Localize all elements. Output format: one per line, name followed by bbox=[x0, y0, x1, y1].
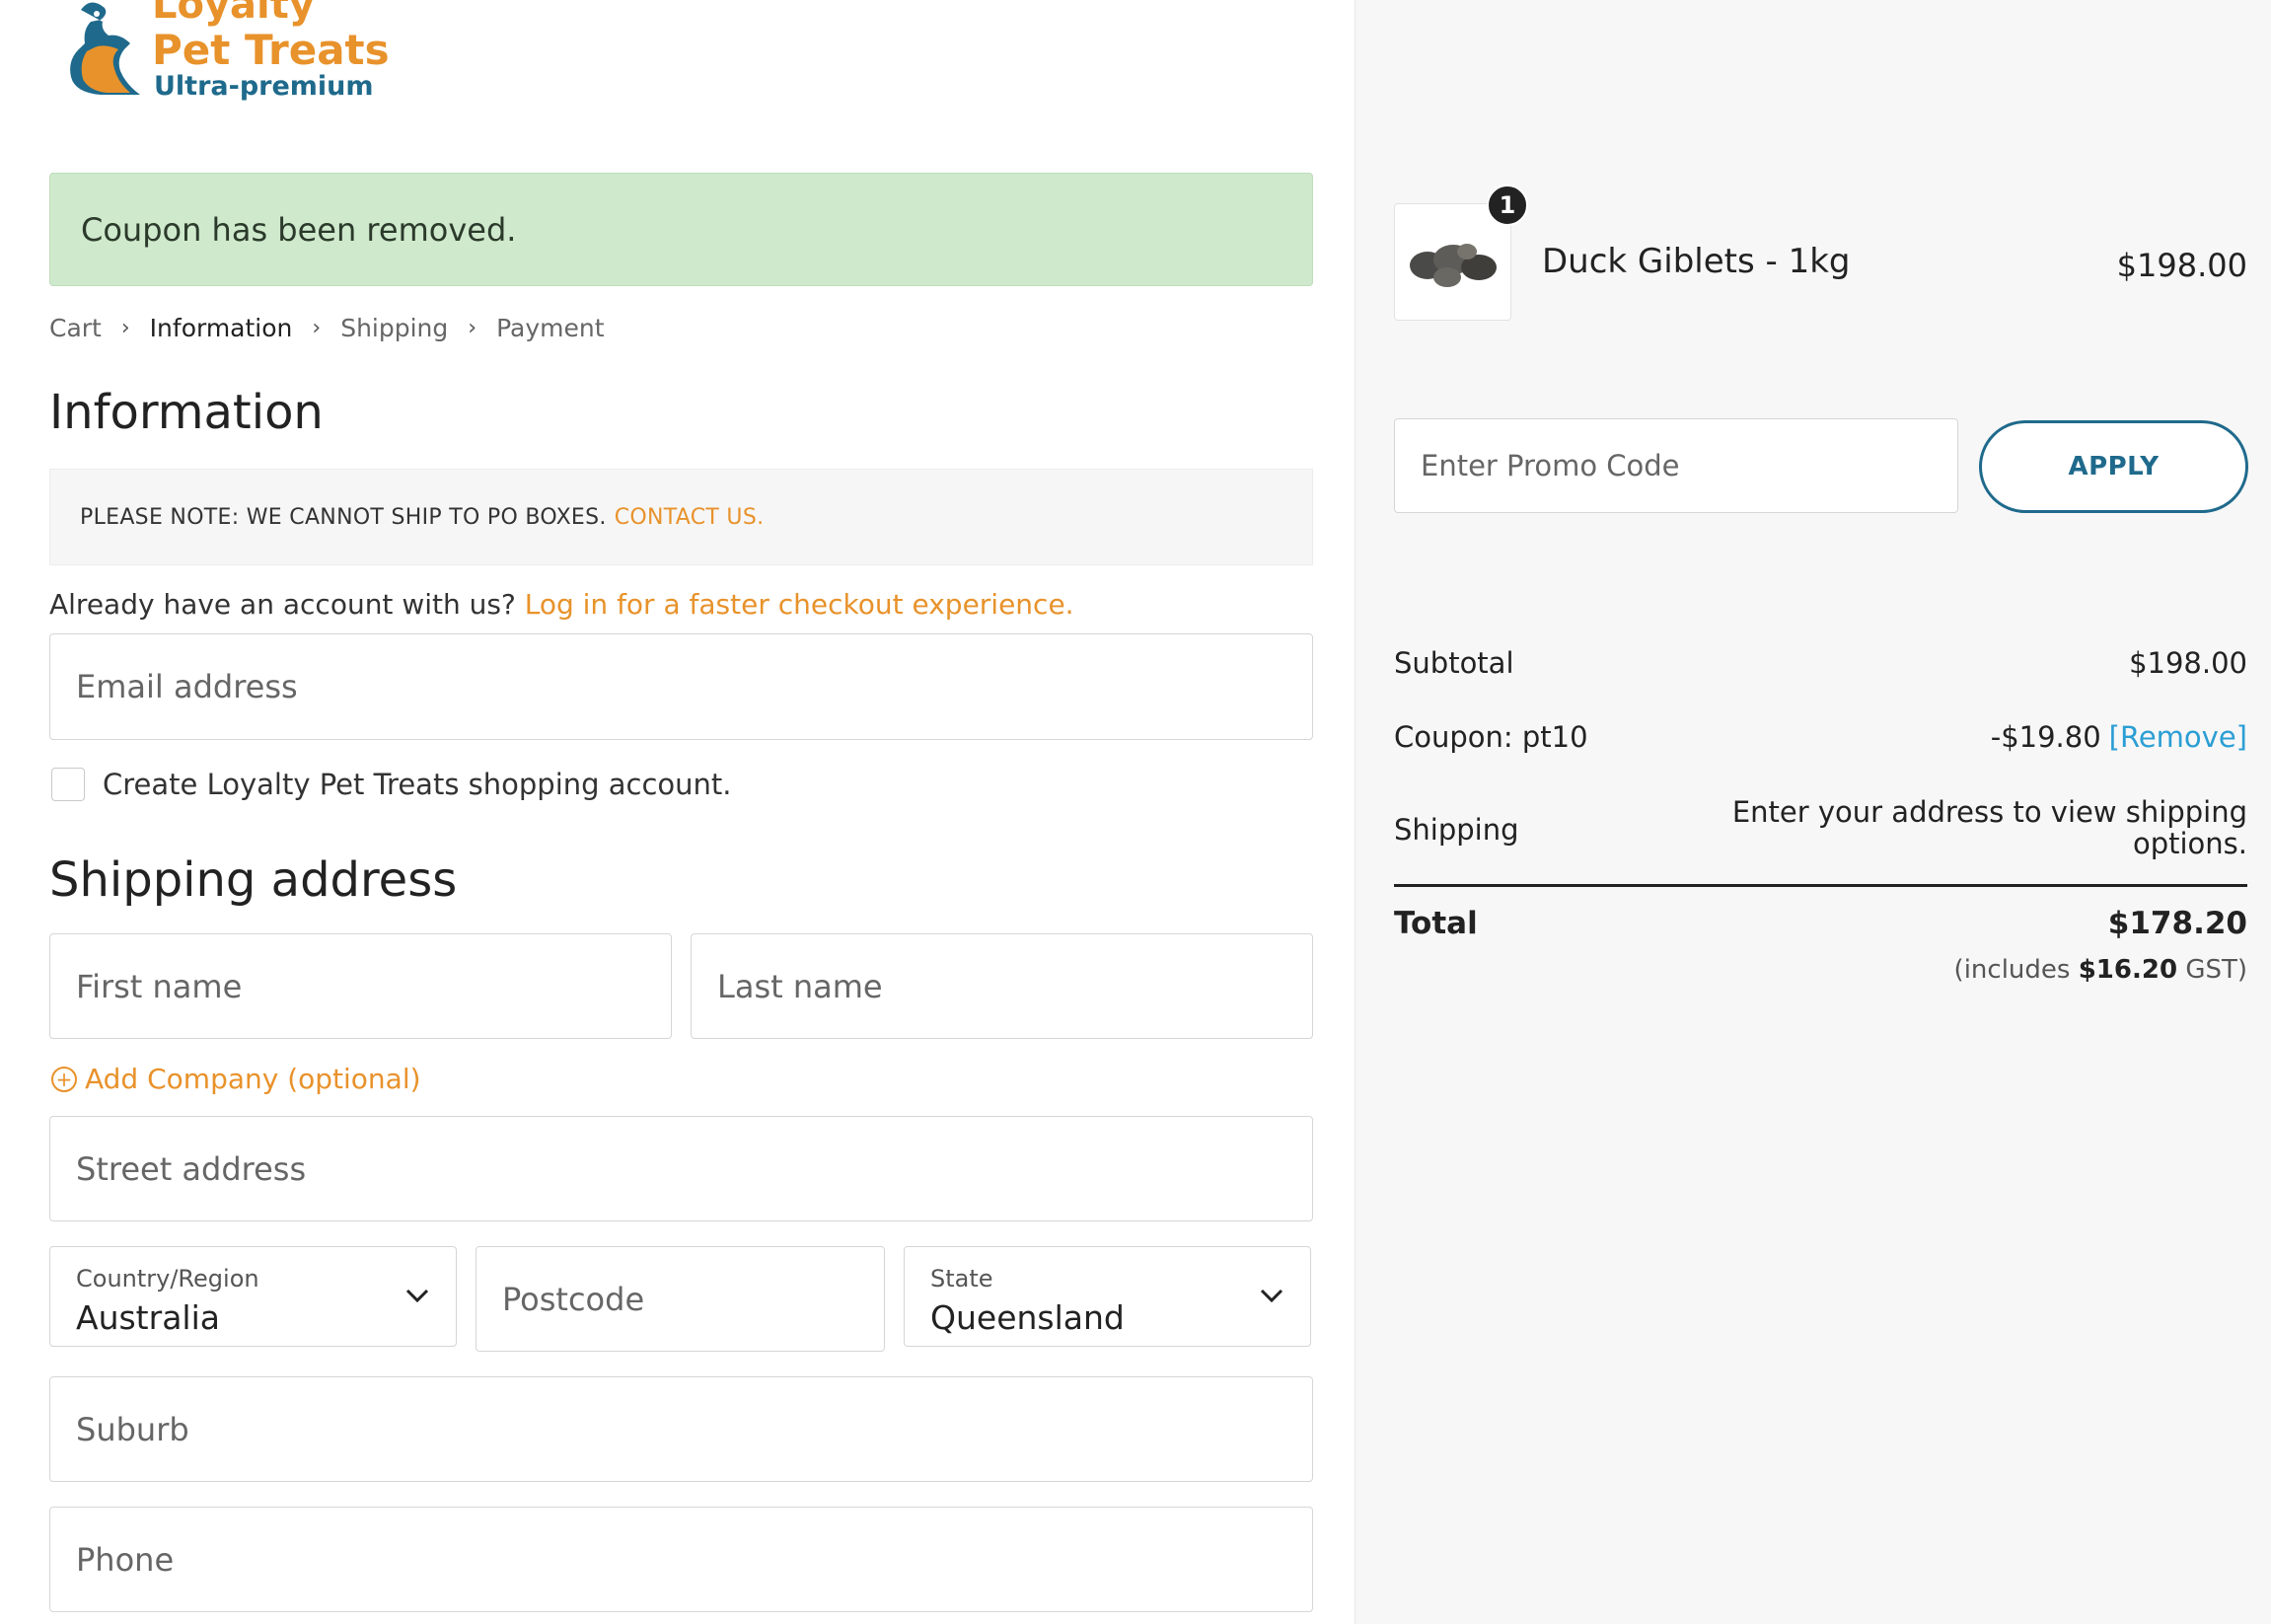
street-address-input[interactable] bbox=[76, 1149, 1312, 1188]
quantity-badge: 1 bbox=[1487, 185, 1528, 226]
country-value: Australia bbox=[76, 1298, 220, 1337]
brand-name-line1: Loyalty bbox=[152, 0, 315, 28]
gst-prefix: (includes bbox=[1953, 955, 2071, 985]
street-address-field[interactable] bbox=[49, 1116, 1313, 1221]
product-price: $198.00 bbox=[2116, 247, 2247, 284]
shipping-note-line1: Enter your address to view shipping bbox=[1731, 795, 2247, 829]
phone-input[interactable] bbox=[76, 1540, 1312, 1579]
state-value: Queensland bbox=[930, 1298, 1125, 1337]
state-label: State bbox=[930, 1265, 993, 1292]
account-prompt-text: Already have an account with us? bbox=[49, 588, 516, 621]
remove-coupon-link[interactable]: [Remove] bbox=[2109, 720, 2247, 754]
contact-us-link[interactable]: CONTACT US. bbox=[615, 505, 765, 530]
postcode-input[interactable] bbox=[502, 1280, 884, 1318]
notice-message: Coupon has been removed. bbox=[81, 210, 517, 249]
total-row: Total $178.20 bbox=[1394, 906, 2247, 949]
add-company-label[interactable]: Add Company (optional) bbox=[85, 1063, 421, 1095]
phone-field[interactable] bbox=[49, 1507, 1313, 1612]
information-heading: Information bbox=[49, 385, 324, 440]
subtotal-value: $198.00 bbox=[2129, 646, 2247, 680]
account-prompt: Already have an account with us? Log in … bbox=[49, 588, 1074, 621]
gst-suffix: GST) bbox=[2185, 955, 2247, 985]
chevron-down-icon bbox=[405, 1289, 429, 1303]
create-account-row[interactable]: Create Loyalty Pet Treats shopping accou… bbox=[51, 768, 732, 801]
breadcrumb: Cart › Information › Shipping › Payment bbox=[49, 314, 605, 342]
dog-logo-icon bbox=[70, 2, 140, 95]
country-select[interactable]: Country/Region Australia bbox=[49, 1246, 457, 1347]
first-name-field[interactable] bbox=[49, 933, 672, 1039]
create-account-label[interactable]: Create Loyalty Pet Treats shopping accou… bbox=[103, 768, 732, 801]
brand-logo[interactable]: Loyalty Pet Treats Ultra-premium bbox=[61, 0, 390, 104]
gst-note: (includes $16.20 GST) bbox=[1954, 955, 2247, 985]
coupon-discount: -$19.80 bbox=[1990, 720, 2101, 754]
product-name: Duck Giblets - 1kg bbox=[1542, 242, 1851, 281]
first-name-input[interactable] bbox=[76, 967, 671, 1005]
duck-giblets-image bbox=[1409, 243, 1497, 287]
total-divider bbox=[1394, 884, 2247, 887]
promo-code-field[interactable] bbox=[1394, 418, 1958, 513]
breadcrumb-shipping: Shipping bbox=[340, 314, 449, 342]
state-select[interactable]: State Queensland bbox=[904, 1246, 1311, 1347]
login-link[interactable]: Log in for a faster checkout experience. bbox=[525, 588, 1074, 621]
shipping-note: Enter your address to view shipping opti… bbox=[1731, 795, 2247, 860]
coupon-removed-notice: Coupon has been removed. bbox=[49, 173, 1313, 286]
promo-code-input[interactable] bbox=[1421, 449, 1957, 482]
chevron-right-icon: › bbox=[120, 316, 130, 340]
total-value: $178.20 bbox=[2107, 906, 2247, 941]
chevron-right-icon: › bbox=[312, 316, 322, 340]
shipping-label: Shipping bbox=[1394, 813, 1519, 847]
coupon-value-group: -$19.80 [Remove] bbox=[1991, 720, 2247, 754]
coupon-label: Coupon: pt10 bbox=[1394, 720, 1588, 754]
create-account-checkbox[interactable] bbox=[51, 768, 85, 801]
suburb-field[interactable] bbox=[49, 1376, 1313, 1482]
breadcrumb-cart[interactable]: Cart bbox=[49, 314, 102, 342]
plus-circle-icon: + bbox=[51, 1066, 77, 1092]
gst-amount: $16.20 bbox=[2078, 955, 2178, 985]
chevron-down-icon bbox=[1260, 1289, 1283, 1303]
breadcrumb-payment: Payment bbox=[496, 314, 605, 342]
postcode-field[interactable] bbox=[476, 1246, 885, 1352]
apply-button[interactable]: APPLY bbox=[1979, 420, 2248, 513]
subtotal-label: Subtotal bbox=[1394, 646, 1514, 680]
total-label: Total bbox=[1394, 906, 1478, 941]
country-label: Country/Region bbox=[76, 1265, 259, 1292]
last-name-input[interactable] bbox=[717, 967, 1312, 1005]
shipping-address-heading: Shipping address bbox=[49, 852, 458, 908]
breadcrumb-information: Information bbox=[149, 314, 293, 342]
brand-tagline: Ultra-premium bbox=[154, 71, 374, 102]
add-company-link[interactable]: + Add Company (optional) bbox=[51, 1063, 421, 1095]
coupon-row: Coupon: pt10 -$19.80 [Remove] bbox=[1394, 720, 2247, 760]
chevron-right-icon: › bbox=[468, 316, 477, 340]
suburb-input[interactable] bbox=[76, 1410, 1312, 1448]
po-note-text: PLEASE NOTE: WE CANNOT SHIP TO PO BOXES. bbox=[80, 504, 607, 530]
shipping-note-line2: options. bbox=[2132, 826, 2247, 860]
checkout-form-column: Loyalty Pet Treats Ultra-premium Coupon … bbox=[0, 0, 1355, 1624]
po-box-notice: PLEASE NOTE: WE CANNOT SHIP TO PO BOXES.… bbox=[49, 469, 1313, 565]
last-name-field[interactable] bbox=[691, 933, 1313, 1039]
email-field[interactable] bbox=[49, 633, 1313, 740]
shipping-row: Shipping Enter your address to view ship… bbox=[1394, 795, 2247, 866]
email-input[interactable] bbox=[76, 668, 1312, 705]
brand-name-line2: Pet Treats bbox=[152, 26, 390, 74]
subtotal-row: Subtotal $198.00 bbox=[1394, 646, 2247, 686]
